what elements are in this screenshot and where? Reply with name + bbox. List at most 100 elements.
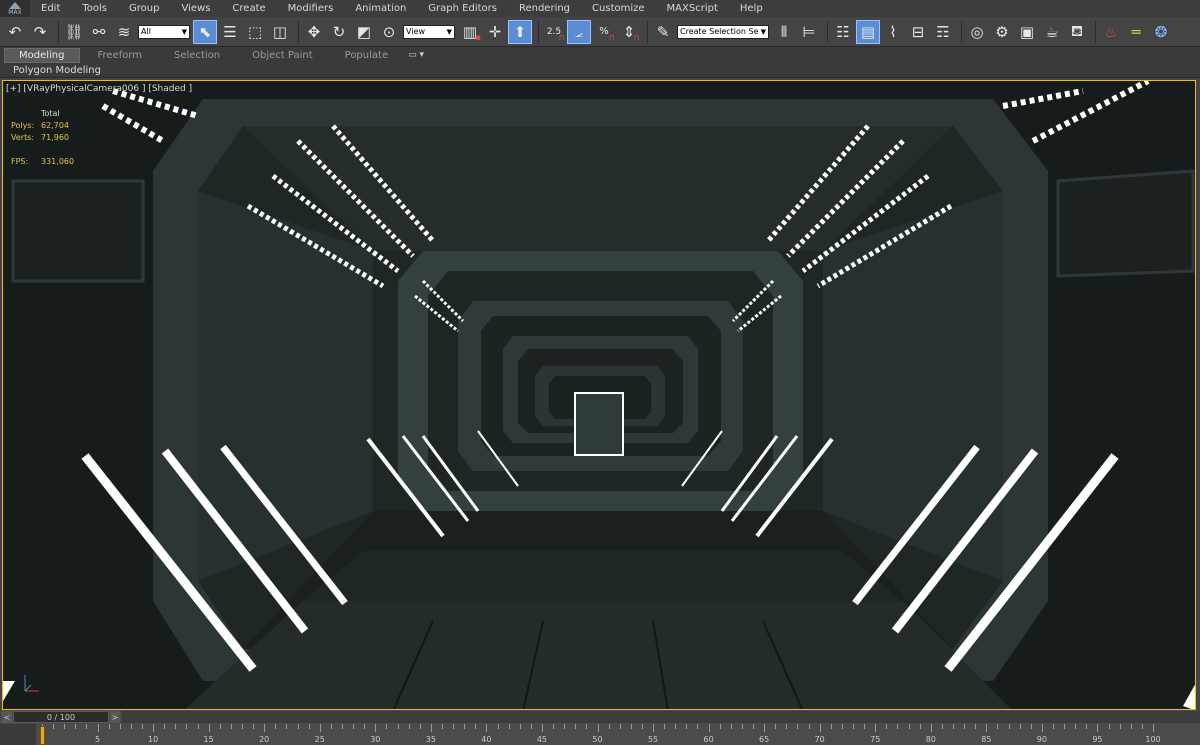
menu-help[interactable]: Help — [729, 3, 774, 14]
vray-icon[interactable]: ♨ — [1100, 21, 1122, 43]
time-slider[interactable]: < 0 / 100 > — [0, 710, 1200, 724]
selection-filter-dropdown[interactable]: All ▼ — [138, 24, 190, 39]
polygon-modeling-panel-label[interactable]: Polygon Modeling — [13, 65, 101, 76]
timeline-tick — [1075, 724, 1077, 729]
percent-snap-icon[interactable]: % ∩ — [593, 21, 615, 43]
layer-explorer-icon[interactable]: ▤ — [856, 19, 880, 44]
keyboard-shortcut-icon[interactable]: ⬆ — [508, 19, 532, 44]
move-icon[interactable]: ✥ — [303, 21, 325, 43]
toolbar-divider — [647, 20, 648, 43]
timeline-tick — [430, 724, 432, 732]
timeline-tick — [97, 724, 99, 732]
tab-object-paint[interactable]: Object Paint — [238, 48, 327, 63]
timeline-tick — [175, 724, 177, 729]
tab-populate[interactable]: Populate — [331, 48, 402, 63]
timeline-tick — [797, 724, 799, 729]
time-slider-track[interactable] — [122, 711, 1200, 723]
timeline-tick — [808, 724, 810, 729]
render-iterative-icon[interactable]: ⛾ — [1066, 21, 1088, 43]
select-by-name-icon[interactable]: ☰ — [219, 21, 241, 43]
undo-icon[interactable]: ↶ — [4, 21, 26, 43]
timeline-tick — [353, 724, 355, 729]
timeline-tick — [719, 724, 721, 729]
timeline-tick — [164, 724, 166, 729]
tab-modeling[interactable]: Modeling — [4, 47, 80, 63]
rect-region-icon[interactable]: ⬚ — [244, 21, 266, 43]
track-bar[interactable]: 5 10 15 20 25 30 35 40 45 50 55 60 65 70 75 80 85 90 95 100 — [0, 724, 1200, 745]
menu-animation[interactable]: Animation — [344, 3, 417, 14]
link-icon[interactable]: ⛓ — [63, 21, 85, 43]
menu-modifiers[interactable]: Modifiers — [277, 3, 345, 14]
select-manipulate-icon[interactable]: ⊙ — [378, 21, 400, 43]
timeline-tick — [230, 724, 232, 729]
timeline-tick — [675, 724, 677, 729]
toolbar-divider — [827, 20, 828, 43]
curve-editor-icon[interactable]: ⊟ — [907, 21, 929, 43]
app-logo-icon[interactable]: MAX — [0, 0, 30, 17]
menu-graph-editors[interactable]: Graph Editors — [417, 3, 508, 14]
mirror-icon[interactable]: ⫴ — [773, 21, 795, 43]
named-selection-dropdown[interactable]: Create Selection Se ▼ — [677, 24, 769, 39]
unlink-icon[interactable]: ⚯ — [88, 21, 110, 43]
vray-lights-icon[interactable]: ❂ — [1150, 21, 1172, 43]
render-setup-icon[interactable]: ⚙ — [991, 21, 1013, 43]
rotate-icon[interactable]: ↻ — [328, 21, 350, 43]
tab-freeform[interactable]: Freeform — [84, 48, 157, 63]
time-slider-prev-button[interactable]: < — [2, 711, 12, 723]
time-slider-next-button[interactable]: > — [110, 711, 120, 723]
time-slider-frame-display[interactable]: 0 / 100 — [13, 711, 109, 723]
material-editor-icon[interactable]: ◎ — [966, 21, 988, 43]
timeline-tick — [219, 724, 221, 729]
viewport-perspective[interactable]: [+] [VRayPhysicalCamera006 ] [Shaded ] T… — [2, 80, 1196, 710]
reference-coord-dropdown[interactable]: View ▼ — [403, 24, 455, 39]
menu-views[interactable]: Views — [170, 3, 221, 14]
select-object-icon[interactable]: ⬉ — [193, 19, 217, 44]
toolbar-divider — [1095, 20, 1096, 43]
vray-frame-buffer-icon[interactable]: ═ — [1125, 21, 1147, 43]
timeline-tick — [497, 724, 499, 729]
tab-selection[interactable]: Selection — [160, 48, 234, 63]
timeline-tick-label: 80 — [925, 735, 936, 744]
rendered-frame-icon[interactable]: ▣ — [1016, 21, 1038, 43]
timeline-tick — [608, 724, 610, 729]
snaps-toggle-icon[interactable]: 2.5 ∩ — [543, 21, 565, 43]
timeline-tick-label: 5 — [95, 735, 101, 744]
spinner-snap-icon[interactable]: ⇕ ∩ — [618, 21, 640, 43]
menu-rendering[interactable]: Rendering — [508, 3, 581, 14]
fps-label: FPS: — [11, 157, 29, 166]
window-crossing-icon[interactable]: ◫ — [269, 21, 291, 43]
verts-value: 71,960 — [41, 133, 69, 142]
timeline-tick-label: 25 — [314, 735, 325, 744]
timeline-tick — [753, 724, 755, 729]
timeline-tick-label: 75 — [870, 735, 881, 744]
toolbar-divider — [538, 20, 539, 43]
align-icon[interactable]: ⊨ — [798, 21, 820, 43]
render-production-icon[interactable]: ☕ — [1041, 21, 1063, 43]
menu-customize[interactable]: Customize — [581, 3, 656, 14]
menu-maxscript[interactable]: MAXScript — [656, 3, 729, 14]
scale-icon[interactable]: ◩ — [353, 21, 375, 43]
schematic-view-icon[interactable]: ☶ — [932, 21, 954, 43]
menu-create[interactable]: Create — [221, 3, 276, 14]
ribbon-toggle-icon[interactable]: ⌇ — [882, 21, 904, 43]
menu-group[interactable]: Group — [118, 3, 170, 14]
timeline-tick — [1019, 724, 1021, 729]
redo-icon[interactable]: ↷ — [29, 21, 51, 43]
scene-explorer-icon[interactable]: ☷ — [832, 21, 854, 43]
ribbon-options-icon[interactable]: ▭ ▾ — [408, 50, 424, 60]
timeline-tick — [1030, 724, 1032, 729]
select-manipulate-icon[interactable]: ✛ — [484, 21, 506, 43]
use-pivot-center-icon[interactable]: ▥ ▪ — [459, 21, 481, 43]
edit-named-sets-icon[interactable]: ✎ — [652, 21, 674, 43]
timeline-tick — [1053, 724, 1054, 729]
viewport-label[interactable]: [+] [VRayPhysicalCamera006 ] [Shaded ] — [6, 84, 192, 94]
bind-space-warp-icon[interactable]: ≋ — [113, 21, 135, 43]
timeline-tick — [841, 724, 843, 729]
current-frame-marker[interactable] — [40, 726, 45, 745]
timeline-tick — [441, 724, 443, 729]
timeline-tick — [886, 724, 888, 729]
timeline-tick — [64, 724, 66, 729]
angle-snap-icon[interactable]: ⦟ — [567, 19, 591, 44]
menu-edit[interactable]: Edit — [30, 3, 71, 14]
menu-tools[interactable]: Tools — [71, 3, 118, 14]
